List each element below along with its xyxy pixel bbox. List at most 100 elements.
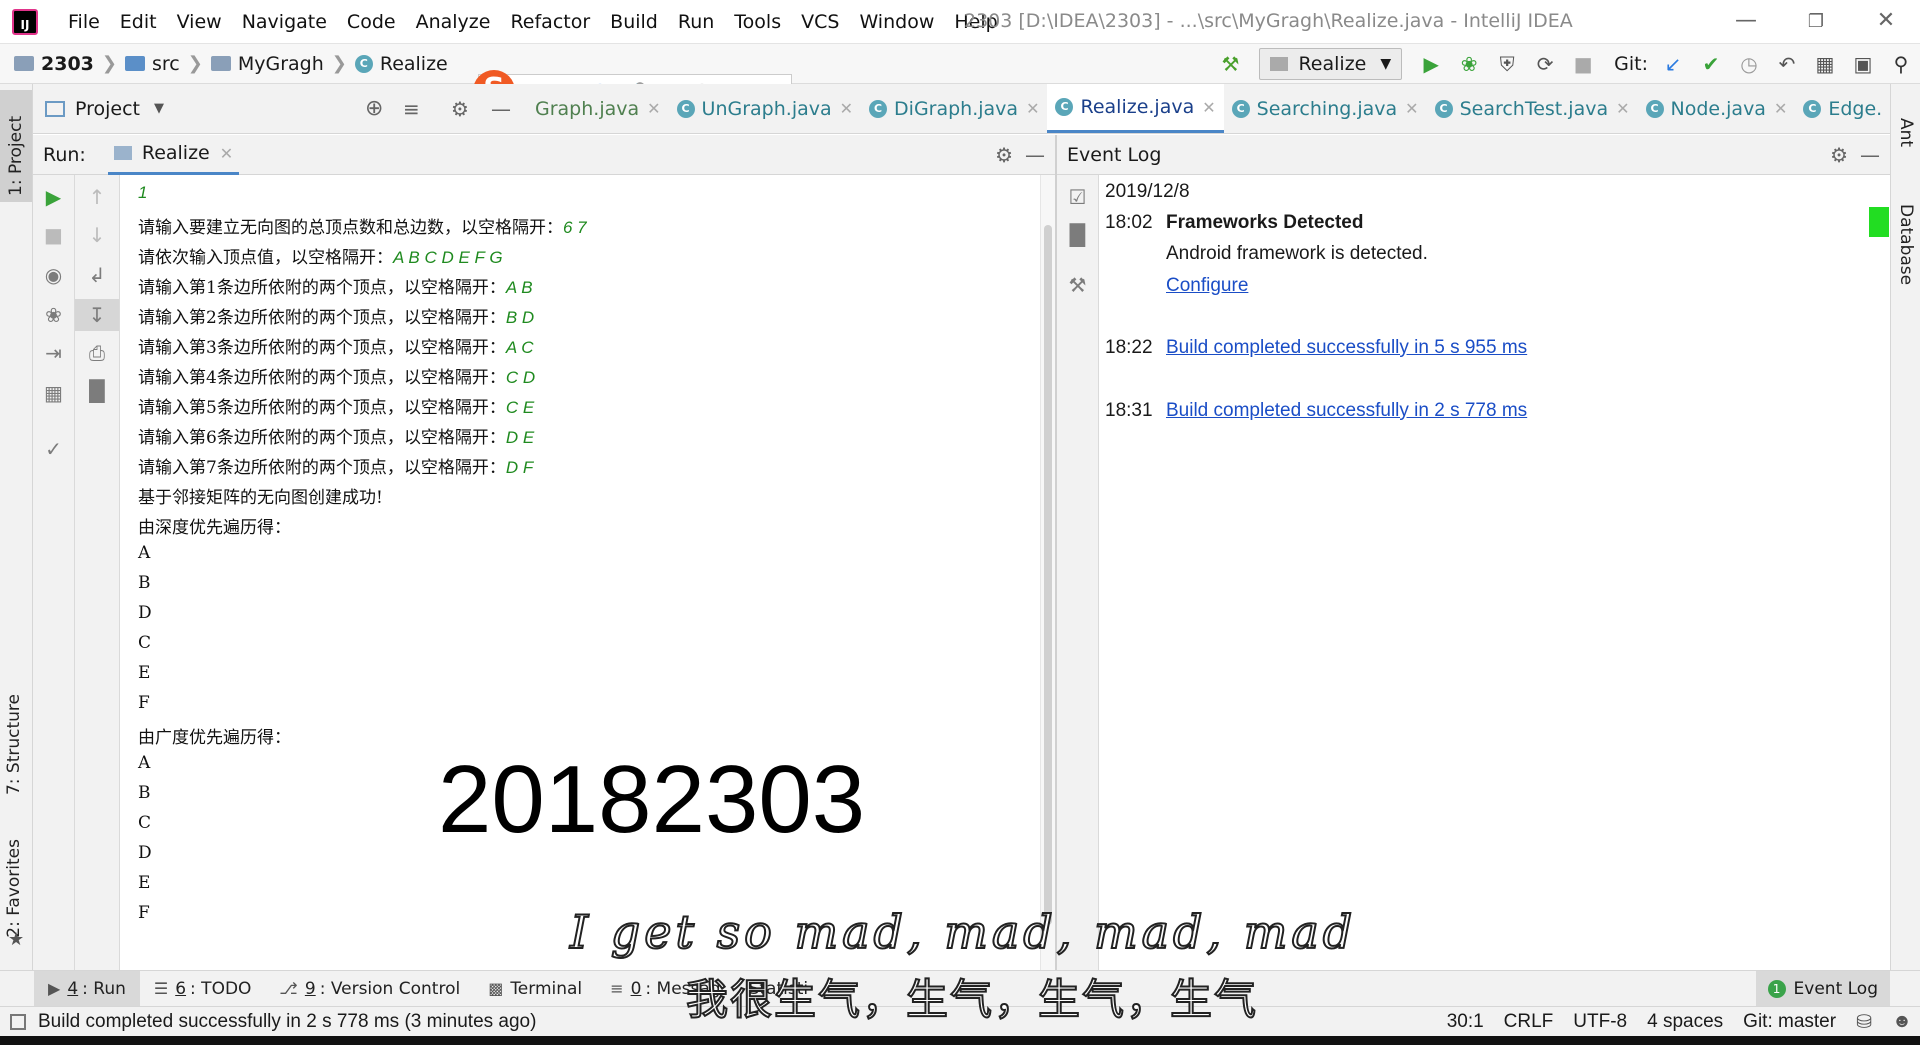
editor-tab-node[interactable]: C Node.java ✕: [1638, 84, 1796, 133]
inspector-icon[interactable]: ☻: [1882, 1011, 1912, 1033]
editor-tab-searchtest[interactable]: C SearchTest.java ✕: [1427, 84, 1638, 133]
git-branch[interactable]: Git: master: [1733, 1011, 1846, 1033]
profile-icon[interactable]: ⟳: [1526, 52, 1564, 76]
pin-icon[interactable]: ✓: [33, 437, 74, 461]
build-hammer-icon[interactable]: ⚒: [1211, 52, 1249, 76]
console-scrollbar[interactable]: [1040, 175, 1055, 970]
rollback-icon[interactable]: ↶: [1768, 52, 1806, 76]
bottom-tab-run[interactable]: ▶ 4: Run: [34, 970, 140, 1007]
menu-navigate[interactable]: Navigate: [232, 11, 337, 33]
editor-tab-realize[interactable]: C Realize.java ✕: [1047, 84, 1224, 133]
tool-tab-project[interactable]: 1: Project: [0, 90, 32, 202]
hide-icon[interactable]: —: [1860, 143, 1880, 167]
git-update-icon[interactable]: ↙: [1654, 52, 1692, 76]
run-configuration-select[interactable]: Realize ▼: [1259, 48, 1403, 80]
gear-icon[interactable]: ⚙: [995, 143, 1013, 167]
close-tab-icon[interactable]: ✕: [1202, 98, 1215, 117]
indent-setting[interactable]: 4 spaces: [1637, 1011, 1733, 1033]
close-tab-icon[interactable]: ✕: [1405, 99, 1418, 118]
menu-analyze[interactable]: Analyze: [406, 11, 501, 33]
debug-bug-icon[interactable]: ❀: [33, 303, 74, 327]
run-tab-realize[interactable]: Realize ✕: [107, 135, 240, 175]
menu-view[interactable]: View: [167, 11, 232, 33]
breadcrumb-package[interactable]: MyGragh: [238, 53, 324, 75]
close-tab-icon[interactable]: ✕: [647, 99, 660, 118]
collapse-all-icon[interactable]: ≡: [403, 97, 420, 121]
breadcrumb-project[interactable]: 2303: [41, 53, 94, 75]
tool-tab-favorites[interactable]: 2: Favorites: [4, 839, 24, 938]
arrow-down-icon[interactable]: ↓: [75, 223, 119, 247]
stop-icon[interactable]: ■: [33, 223, 74, 247]
rerun-icon[interactable]: ▶: [33, 185, 74, 209]
chevron-down-icon[interactable]: ▼: [154, 101, 164, 116]
login-icon[interactable]: ⇥: [33, 341, 74, 365]
trash-icon[interactable]: █: [1057, 223, 1098, 247]
stop-icon[interactable]: ■: [1564, 52, 1602, 76]
menu-edit[interactable]: Edit: [110, 11, 167, 33]
line-separator[interactable]: CRLF: [1494, 1011, 1564, 1033]
status-toggle-icon[interactable]: [10, 1013, 26, 1030]
caret-position[interactable]: 30:1: [1437, 1011, 1494, 1033]
close-tab-icon[interactable]: ✕: [1026, 99, 1039, 118]
bottom-tab-version-control[interactable]: ⎇ 9: Version Control: [265, 979, 474, 999]
wrench-icon[interactable]: ⚒: [1057, 273, 1098, 297]
search-icon[interactable]: ⚲: [1882, 52, 1920, 76]
breadcrumb-class[interactable]: Realize: [380, 53, 448, 75]
gear-icon[interactable]: ⚙: [1830, 143, 1848, 167]
menu-code[interactable]: Code: [337, 11, 406, 33]
gear-icon[interactable]: ⚙: [451, 97, 469, 121]
project-structure-icon[interactable]: ▦: [1806, 52, 1844, 76]
tool-tab-database[interactable]: Database: [1896, 204, 1916, 285]
menu-tools[interactable]: Tools: [724, 11, 791, 33]
tool-tab-structure[interactable]: 7: Structure: [4, 694, 24, 795]
trash-icon[interactable]: █: [75, 379, 119, 403]
close-tab-icon[interactable]: ✕: [1616, 99, 1629, 118]
menu-refactor[interactable]: Refactor: [500, 11, 600, 33]
print-icon[interactable]: ⎙: [75, 341, 119, 365]
close-tab-icon[interactable]: ✕: [1774, 99, 1787, 118]
bottom-tab-terminal[interactable]: ▩ Terminal: [474, 979, 596, 999]
history-icon[interactable]: ◷: [1730, 52, 1768, 76]
camera-icon[interactable]: ◉: [33, 263, 74, 287]
soft-wrap-icon[interactable]: ↲: [75, 263, 119, 287]
status-message[interactable]: Build completed successfully in 2 s 778 …: [38, 1011, 536, 1033]
build-result-link[interactable]: Build completed successfully in 5 s 955 …: [1166, 337, 1527, 359]
scroll-to-end-icon[interactable]: ↧: [75, 299, 119, 331]
run-icon[interactable]: ▶: [1412, 52, 1450, 76]
bottom-tab-event-log[interactable]: 1 Event Log: [1755, 971, 1890, 1007]
editor-tab-searching[interactable]: C Searching.java ✕: [1224, 84, 1427, 133]
close-icon[interactable]: ✕: [1866, 8, 1906, 33]
bottom-tab-todo[interactable]: ☰ 6: TODO: [140, 979, 266, 999]
editor-tab-edge[interactable]: C Edge.: [1795, 84, 1890, 133]
terminal-window-icon[interactable]: ▣: [1844, 52, 1882, 76]
restore-icon[interactable]: ❐: [1796, 11, 1836, 32]
layout-icon[interactable]: ▦: [33, 381, 74, 405]
menu-window[interactable]: Window: [849, 11, 944, 33]
minimize-icon[interactable]: —: [1726, 8, 1766, 33]
build-result-link[interactable]: Build completed successfully in 2 s 778 …: [1166, 400, 1527, 422]
project-panel-title[interactable]: Project: [75, 98, 140, 120]
file-encoding[interactable]: UTF-8: [1563, 1011, 1637, 1033]
close-tab-icon[interactable]: ✕: [840, 99, 853, 118]
editor-tab-graph[interactable]: Graph.java ✕: [527, 84, 669, 133]
menu-run[interactable]: Run: [668, 11, 724, 33]
menu-file[interactable]: File: [58, 11, 110, 33]
close-tab-icon[interactable]: ✕: [220, 144, 233, 163]
breadcrumb-src[interactable]: src: [152, 53, 180, 75]
hide-icon[interactable]: —: [491, 97, 511, 121]
lock-icon[interactable]: ⛁: [1846, 1011, 1882, 1034]
hide-icon[interactable]: —: [1025, 143, 1045, 167]
configure-link[interactable]: Configure: [1166, 275, 1248, 297]
console-output[interactable]: 1 请输入要建立无向图的总顶点数和总边数，以空格隔开：6 7 请依次输入顶点值，以空…: [120, 175, 1040, 970]
tool-tab-ant[interactable]: Ant: [1896, 118, 1916, 147]
scrollbar-thumb[interactable]: [1044, 225, 1052, 925]
debug-bug-icon[interactable]: ❀: [1450, 52, 1488, 76]
menu-vcs[interactable]: VCS: [791, 11, 849, 33]
mark-read-icon[interactable]: ☑: [1057, 185, 1098, 209]
editor-tab-ungraph[interactable]: C UnGraph.java ✕: [669, 84, 861, 133]
editor-tab-digraph[interactable]: C DiGraph.java ✕: [861, 84, 1047, 133]
arrow-up-icon[interactable]: ↑: [75, 185, 119, 209]
coverage-icon[interactable]: ⛨: [1488, 52, 1526, 76]
locate-icon[interactable]: ⊕: [365, 96, 383, 121]
git-commit-icon[interactable]: ✔: [1692, 52, 1730, 76]
